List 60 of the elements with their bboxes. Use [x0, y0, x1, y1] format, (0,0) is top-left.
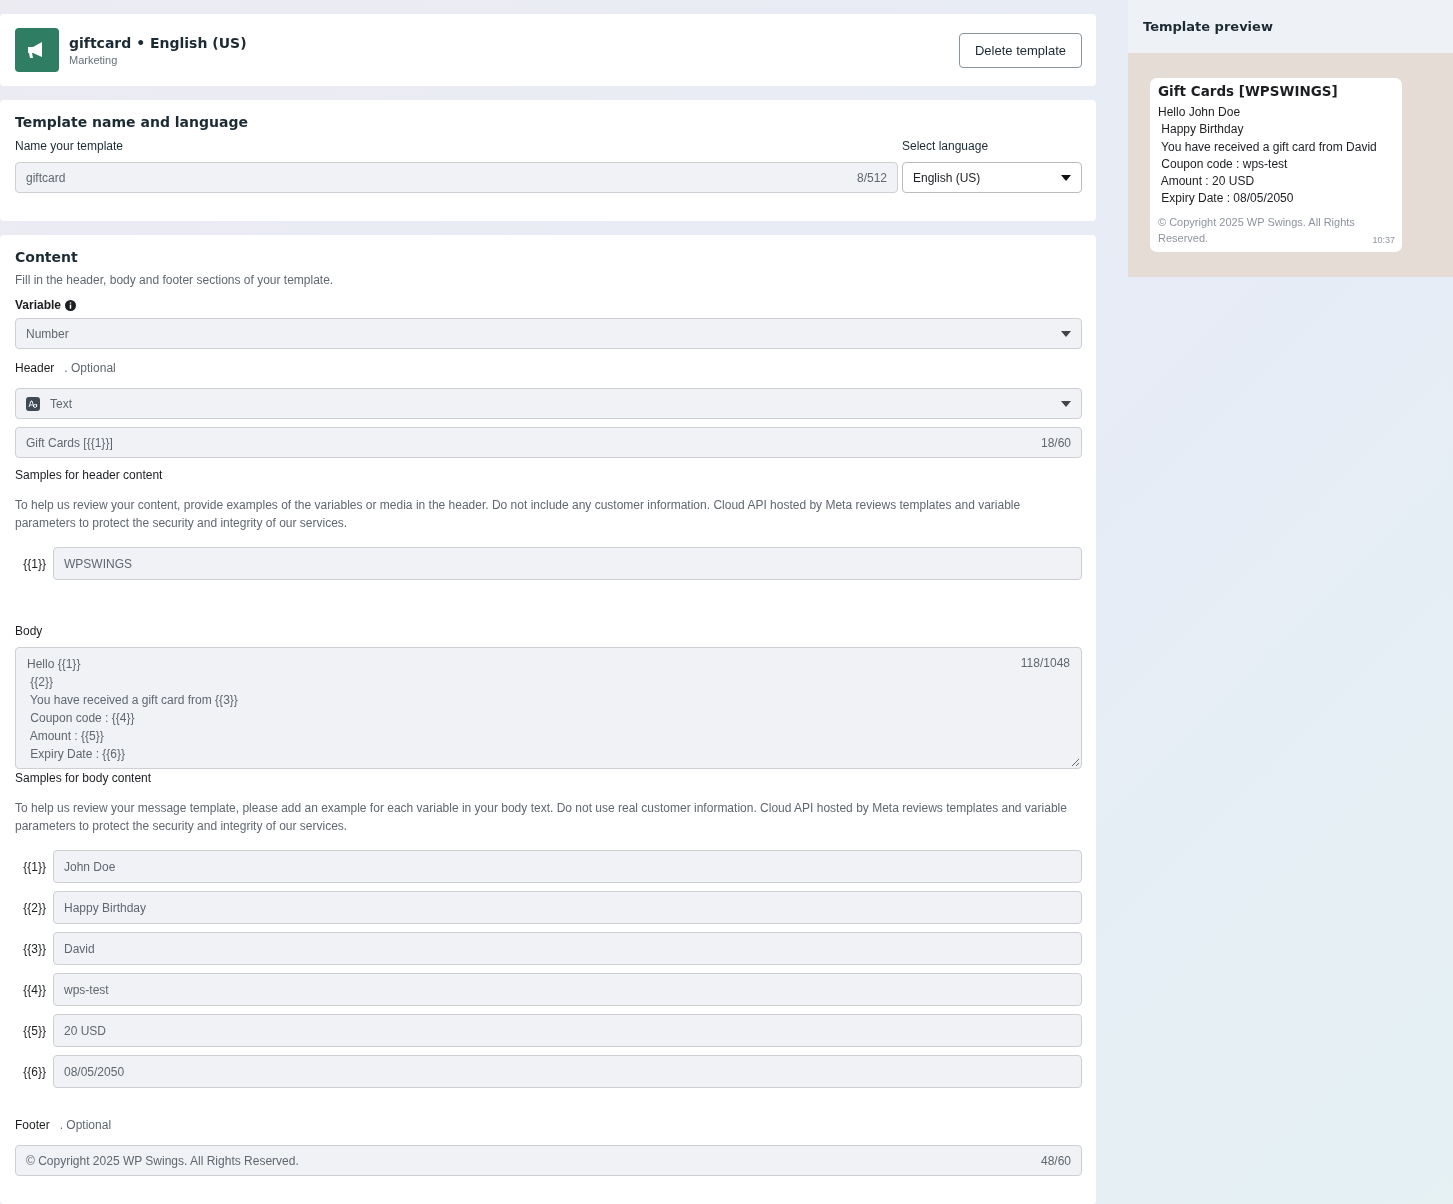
footer-text-field[interactable]: © Copyright 2025 WP Swings. All Rights Reserved. 48/60 [15, 1145, 1082, 1176]
template-name-field[interactable]: giftcard 8/512 [15, 162, 898, 193]
template-category: Marketing [69, 53, 119, 66]
sample-field[interactable]: John Doe [53, 850, 1082, 883]
samples-help-text: To help us review your message template, please add an example for each variable in your body text. Do not use real customer information. Cloud API hosted by Meta reviews templates and variable parameters to protect the security and integrity of our services. [15, 800, 1068, 835]
header-text-field[interactable]: Gift Cards [{{1}}] 18/60 [15, 427, 1082, 458]
section-description: Fill in the header, body and footer sections of your template. [15, 273, 335, 287]
message-line: Happy Birthday [1160, 121, 1245, 139]
sample-field[interactable]: Happy Birthday [53, 891, 1082, 924]
delete-template-button[interactable]: Delete template [958, 32, 1082, 68]
message-line: Amount : 20 USD [1159, 173, 1256, 191]
header-type-dropdown[interactable]: Text [15, 388, 1082, 419]
language-dropdown[interactable]: English (US) [902, 162, 1082, 193]
samples-help-text: To help us review your content, provide examples of the variables or media in the header. Do not include any customer information. Cloud API hosted by Meta reviews templates and variable parameters to protect the security and integrity of our services. [15, 497, 1022, 532]
character-count: 18/60 [1040, 435, 1071, 450]
sample-field[interactable]: WPSWINGS [53, 547, 1082, 580]
caret-icon [1061, 330, 1071, 337]
text-format-icon [26, 396, 40, 411]
template-title: giftcard • English (US) [69, 34, 248, 51]
variable-label: Variable [15, 298, 62, 312]
sample-field[interactable]: David [53, 932, 1082, 965]
variable-tag: {{6}} [15, 1064, 46, 1079]
character-count: 48/60 [1040, 1153, 1071, 1168]
sample-field[interactable]: 20 USD [53, 1014, 1082, 1047]
body-textarea[interactable]: Hello {{1}} {{2}} You have received a gift card from {{3}} Coupon code : {{4}} Amount : {{5}} Expiry Date : {{6}} 118/1048 [15, 647, 1082, 769]
message-line: Hello John Doe [1158, 104, 1242, 121]
section-title: Template name and language [15, 114, 249, 130]
resize-handle-icon [1072, 759, 1079, 766]
field-label: Select language [902, 139, 990, 153]
message-header: Gift Cards [WPSWINGS] [1158, 83, 1339, 99]
caret-icon [1061, 400, 1071, 407]
caret-icon [1061, 174, 1071, 181]
variable-tag: {{1}} [15, 859, 46, 874]
sample-field[interactable]: 08/05/2050 [53, 1055, 1082, 1088]
character-count: 118/1048 [1020, 656, 1070, 670]
message-line: You have received a gift card from David [1160, 138, 1378, 156]
header-label: Header [15, 361, 55, 375]
message-footer: © Copyright 2025 WP Swings. All Rights Reserved. [1158, 213, 1369, 246]
variable-tag: {{5}} [15, 1023, 46, 1038]
message-line: Coupon code : wps-test [1160, 155, 1289, 173]
variable-tag: {{4}} [15, 982, 46, 997]
info-icon [65, 299, 77, 311]
message-line: Expiry Date : 08/05/2050 [1160, 190, 1295, 208]
variable-tag: {{1}} [15, 556, 46, 571]
samples-title: Samples for body content [15, 771, 153, 785]
message-time: 10:37 [1372, 234, 1395, 245]
preview-title: Template preview [1143, 19, 1273, 34]
optional-label: . Optional [64, 361, 116, 375]
section-title: Content [15, 249, 79, 265]
field-label: Name your template [15, 139, 125, 153]
variable-type-dropdown[interactable]: Number [15, 318, 1082, 349]
variable-tag: {{2}} [15, 900, 46, 915]
optional-label: . Optional [59, 1118, 112, 1132]
samples-title: Samples for header content [15, 468, 164, 482]
megaphone-icon [15, 28, 59, 72]
character-count: 8/512 [856, 170, 887, 185]
footer-label: Footer [15, 1118, 50, 1132]
sample-field[interactable]: wps-test [53, 973, 1082, 1006]
variable-tag: {{3}} [15, 941, 46, 956]
body-label: Body [15, 624, 44, 638]
